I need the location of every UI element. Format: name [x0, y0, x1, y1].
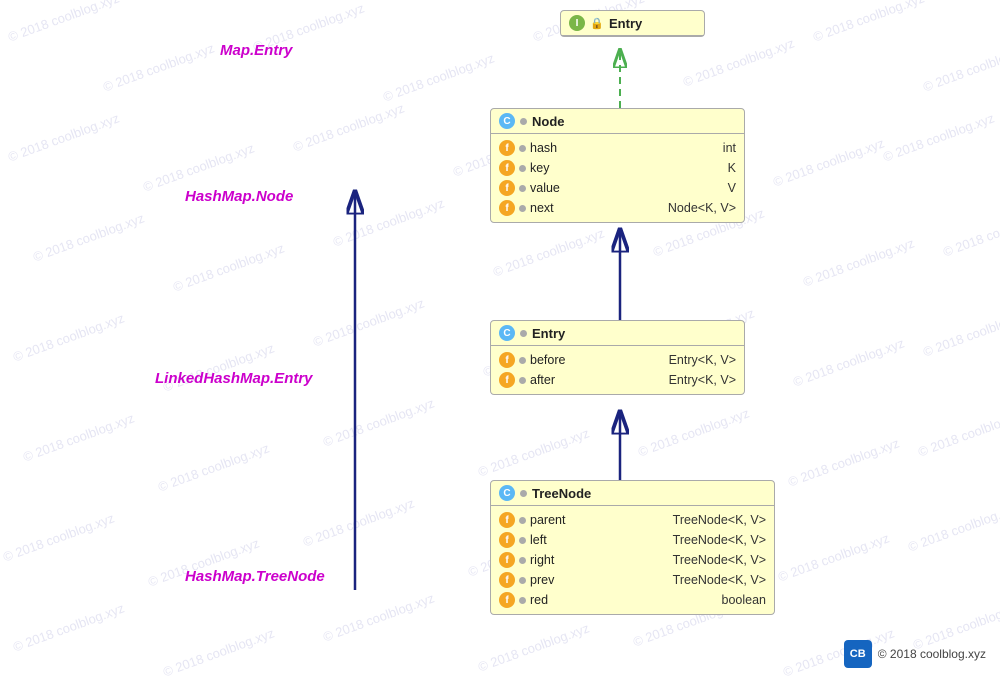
table-row: f left TreeNode<K, V> [491, 530, 774, 550]
cb-badge-text: © 2018 coolblog.xyz [878, 647, 986, 661]
field-name-hash: hash [530, 141, 585, 155]
node-box-header: C Node [491, 109, 744, 134]
node-box: C Node f hash int f key K f value V f ne… [490, 108, 745, 223]
dot [519, 185, 526, 192]
table-row: f after Entry<K, V> [491, 370, 744, 390]
field-name-parent: parent [530, 513, 585, 527]
entry2-dot [520, 330, 527, 337]
field-name-right: right [530, 553, 585, 567]
field-type-after: Entry<K, V> [669, 373, 736, 387]
table-row: f parent TreeNode<K, V> [491, 510, 774, 530]
entry-icon: I [569, 15, 585, 31]
entry2-box-title: Entry [532, 326, 565, 341]
field-icon-parent: f [499, 512, 515, 528]
node-box-title: Node [532, 114, 565, 129]
dot [519, 357, 526, 364]
treenode-box: C TreeNode f parent TreeNode<K, V> f lef… [490, 480, 775, 615]
hashmap-treenode-label: HashMap.TreeNode [185, 568, 325, 585]
dot [519, 165, 526, 172]
field-icon-right: f [499, 552, 515, 568]
field-name-value: value [530, 181, 585, 195]
dot [519, 517, 526, 524]
node-box-body: f hash int f key K f value V f next Node… [491, 134, 744, 222]
field-icon-key: f [499, 160, 515, 176]
entry-box: I 🔒 Entry [560, 10, 705, 37]
table-row: f hash int [491, 138, 744, 158]
field-type-key: K [728, 161, 736, 175]
field-type-next: Node<K, V> [668, 201, 736, 215]
field-type-left: TreeNode<K, V> [673, 533, 766, 547]
table-row: f value V [491, 178, 744, 198]
table-row: f prev TreeNode<K, V> [491, 570, 774, 590]
field-type-right: TreeNode<K, V> [673, 553, 766, 567]
table-row: f red boolean [491, 590, 774, 610]
table-row: f before Entry<K, V> [491, 350, 744, 370]
field-icon-prev: f [499, 572, 515, 588]
field-type-before: Entry<K, V> [669, 353, 736, 367]
field-icon-hash: f [499, 140, 515, 156]
entry2-box: C Entry f before Entry<K, V> f after Ent… [490, 320, 745, 395]
node-icon: C [499, 113, 515, 129]
field-type-red: boolean [722, 593, 767, 607]
cb-logo: CB [844, 640, 872, 668]
treenode-dot [520, 490, 527, 497]
treenode-box-title: TreeNode [532, 486, 591, 501]
dot [519, 377, 526, 384]
table-row: f right TreeNode<K, V> [491, 550, 774, 570]
field-name-after: after [530, 373, 585, 387]
dot [519, 597, 526, 604]
node-dot [520, 118, 527, 125]
treenode-icon: C [499, 485, 515, 501]
hashmap-node-label: HashMap.Node [185, 188, 293, 205]
field-name-key: key [530, 161, 585, 175]
entry-lock-icon: 🔒 [590, 16, 604, 30]
field-icon-left: f [499, 532, 515, 548]
field-icon-after: f [499, 372, 515, 388]
table-row: f key K [491, 158, 744, 178]
dot [519, 577, 526, 584]
treenode-box-body: f parent TreeNode<K, V> f left TreeNode<… [491, 506, 774, 614]
map-entry-label: Map.Entry [220, 42, 293, 59]
entry2-icon: C [499, 325, 515, 341]
field-name-before: before [530, 353, 585, 367]
entry-box-header: I 🔒 Entry [561, 11, 704, 36]
dot [519, 205, 526, 212]
linkedhashmap-entry-label: LinkedHashMap.Entry [155, 370, 313, 387]
dot [519, 557, 526, 564]
dot [519, 537, 526, 544]
field-icon-before: f [499, 352, 515, 368]
field-type-value: V [728, 181, 736, 195]
field-name-left: left [530, 533, 585, 547]
field-icon-value: f [499, 180, 515, 196]
table-row: f next Node<K, V> [491, 198, 744, 218]
field-name-prev: prev [530, 573, 585, 587]
cb-badge: CB © 2018 coolblog.xyz [844, 640, 986, 668]
field-icon-red: f [499, 592, 515, 608]
field-type-prev: TreeNode<K, V> [673, 573, 766, 587]
field-type-hash: int [723, 141, 736, 155]
field-name-next: next [530, 201, 585, 215]
entry-box-title: Entry [609, 16, 642, 31]
treenode-box-header: C TreeNode [491, 481, 774, 506]
field-type-parent: TreeNode<K, V> [673, 513, 766, 527]
dot [519, 145, 526, 152]
entry2-box-body: f before Entry<K, V> f after Entry<K, V> [491, 346, 744, 394]
entry2-box-header: C Entry [491, 321, 744, 346]
field-icon-next: f [499, 200, 515, 216]
field-name-red: red [530, 593, 585, 607]
